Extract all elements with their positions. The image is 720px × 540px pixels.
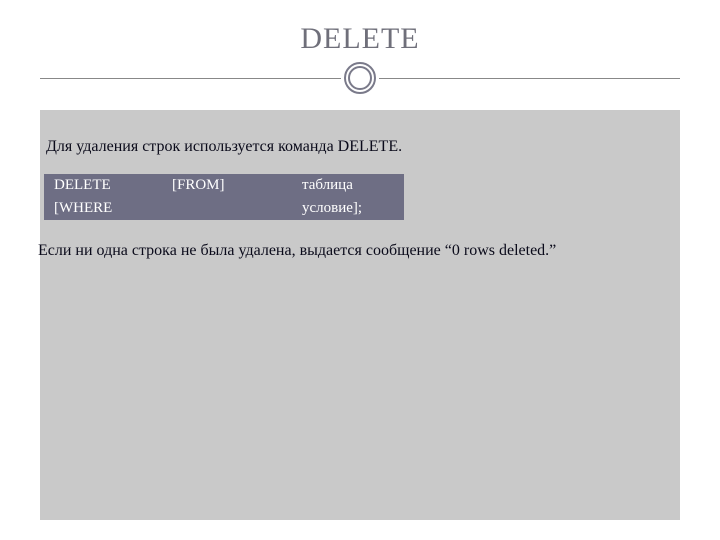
intro-text: Для удаления строк используется команда … [40,110,680,174]
ring-icon [341,59,379,97]
content-area: Для удаления строк используется команда … [40,110,680,520]
syntax-cell: [FROM] [164,174,294,197]
syntax-table: DELETE [FROM] таблица [WHERE условие]; [44,174,404,220]
syntax-cell [164,197,294,220]
syntax-cell: DELETE [44,174,164,197]
slide-title: DELETE [300,22,419,56]
syntax-cell: таблица [294,174,404,197]
syntax-cell: условие]; [294,197,404,220]
syntax-cell: [WHERE [44,197,164,220]
table-row: DELETE [FROM] таблица [44,174,404,197]
table-row: [WHERE условие]; [44,197,404,220]
slide: DELETE Для удаления строк используется к… [0,0,720,540]
outro-text: Если ни одна строка не была удалена, выд… [38,220,680,260]
